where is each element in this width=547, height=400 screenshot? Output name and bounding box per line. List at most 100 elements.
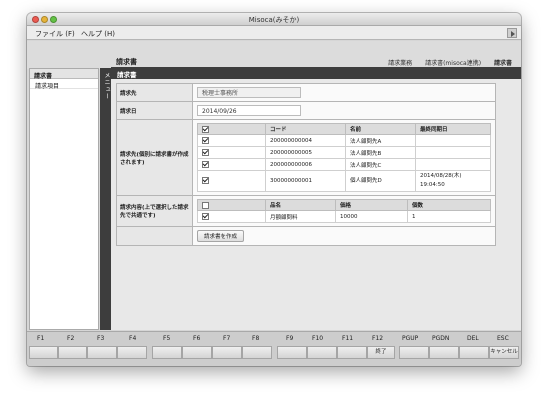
del-button[interactable]	[459, 346, 489, 359]
customer-name: 法人顧問先C	[345, 158, 416, 171]
breadcrumb-item[interactable]: 請求書(misoca連携)	[425, 60, 481, 67]
f1-button[interactable]	[29, 346, 58, 359]
synced-time: 19:04:50	[420, 182, 445, 188]
customer-synced	[415, 158, 491, 171]
date-row: 請求日 2014/09/26	[116, 102, 496, 120]
customer-name: 法人顧問先B	[345, 146, 416, 159]
breadcrumb-item[interactable]: 請求業務	[388, 60, 412, 67]
menu-file[interactable]: ファイル (F)	[35, 29, 75, 39]
fkey-label: F1	[37, 335, 45, 342]
title-bar: Misoca(みそか)	[27, 13, 521, 26]
synced-date: 2014/08/28(木)	[420, 173, 462, 179]
row-checkbox[interactable]	[202, 176, 209, 184]
f9-button[interactable]	[277, 346, 307, 359]
items-row: 請求内容(上で選択した請求先で共通です) 品名 価格 個数 月額顧問料 1000…	[116, 196, 496, 227]
column-header-qty[interactable]: 個数	[407, 199, 491, 211]
row-checkbox[interactable]	[202, 213, 209, 220]
column-header-item-name[interactable]: 品名	[265, 199, 336, 211]
items-table: 品名 価格 個数 月額顧問料 10000 1	[197, 199, 491, 223]
f11-button[interactable]	[337, 346, 367, 359]
item-price: 10000	[335, 210, 408, 223]
f10-button[interactable]	[307, 346, 337, 359]
customer-code: 300000000001	[265, 170, 346, 192]
sidebar-item-invoice-items[interactable]: 請求項目	[30, 79, 98, 90]
client-label: 請求先	[117, 84, 193, 101]
column-header-synced[interactable]: 最終同期日	[415, 123, 491, 135]
select-all-checkbox[interactable]	[202, 201, 209, 209]
customers-label: 請求先(個別に請求書が作成されます)	[117, 120, 193, 195]
row-checkbox[interactable]	[202, 161, 209, 168]
column-header-code[interactable]: コード	[265, 123, 346, 135]
menu-tab-label: メニュー	[103, 72, 110, 100]
row-checkbox[interactable]	[202, 149, 209, 156]
f3-button[interactable]	[87, 346, 117, 359]
customer-code: 200000000005	[265, 146, 346, 159]
fkey-label: DEL	[467, 335, 479, 342]
sidebar-heading[interactable]: 請求書	[30, 69, 98, 80]
customers-row: 請求先(個別に請求書が作成されます) コード 名前 最終同期日 20000000…	[116, 120, 496, 196]
window-title: Misoca(みそか)	[248, 16, 300, 24]
fkey-label: F6	[193, 335, 201, 342]
customer-name: 法人顧問先A	[345, 134, 416, 147]
f5-button[interactable]	[152, 346, 182, 359]
fkey-label: F3	[97, 335, 105, 342]
function-key-bar: F1 F2 F3 F4 F5 F6 F7 F8 F9 F10 F11 F12 P…	[27, 331, 521, 366]
exit-button-label: 終了	[375, 349, 387, 355]
select-all-checkbox[interactable]	[202, 125, 209, 133]
table-row[interactable]: 月額顧問料 10000 1	[197, 210, 491, 223]
actions-label-cell	[117, 227, 193, 245]
customer-synced	[415, 146, 491, 159]
cancel-button-label: キャンセル	[490, 349, 518, 355]
fkey-label: F8	[252, 335, 260, 342]
fkey-label: PGUP	[402, 335, 419, 342]
client-field: 税理士事務所	[197, 87, 301, 98]
customer-name: 個人顧問先D	[345, 170, 416, 192]
item-name: 月額顧問料	[265, 210, 336, 223]
fkey-label: F9	[286, 335, 294, 342]
items-label: 請求内容(上で選択した請求先で共通です)	[117, 196, 193, 226]
f6-button[interactable]	[182, 346, 212, 359]
table-row[interactable]: 300000000001 個人顧問先D 2014/08/28(木) 19:04:…	[197, 170, 491, 192]
fkey-label: F7	[223, 335, 231, 342]
customer-code: 200000000006	[265, 158, 346, 171]
fkey-label: F10	[312, 335, 324, 342]
fkey-label: ESC	[497, 335, 509, 342]
item-qty: 1	[407, 210, 491, 223]
row-checkbox[interactable]	[202, 137, 209, 144]
app-window: Misoca(みそか) ファイル (F) ヘルプ (H) 請求書 請求項目 メニ…	[27, 13, 521, 366]
customer-code: 200000000004	[265, 134, 346, 147]
pgup-button[interactable]	[399, 346, 429, 359]
pgdn-button[interactable]	[429, 346, 459, 359]
fkey-label: F2	[67, 335, 75, 342]
actions-row: 請求書を作成	[116, 227, 496, 246]
f7-button[interactable]	[212, 346, 242, 359]
column-header-price[interactable]: 価格	[335, 199, 408, 211]
fkey-label: PGDN	[432, 335, 450, 342]
invoice-date-input[interactable]: 2014/09/26	[197, 105, 301, 116]
create-invoice-button[interactable]: 請求書を作成	[197, 230, 245, 242]
f2-button[interactable]	[58, 346, 87, 359]
section-header: 請求書	[111, 67, 521, 79]
table-row[interactable]: 200000000005 法人顧問先B	[197, 146, 491, 159]
table-row[interactable]: 200000000006 法人顧問先C	[197, 158, 491, 171]
menu-help[interactable]: ヘルプ (H)	[81, 29, 115, 39]
f4-button[interactable]	[117, 346, 147, 359]
sidebar: 請求書 請求項目	[29, 68, 99, 330]
exit-button[interactable]: 終了	[367, 346, 395, 359]
breadcrumb-current: 請求書	[493, 60, 512, 67]
table-header-row: コード 名前 最終同期日	[197, 123, 491, 135]
fkey-label: F12	[372, 335, 384, 342]
expand-arrow-icon[interactable]	[507, 28, 517, 38]
fkey-label: F11	[342, 335, 354, 342]
column-header-name[interactable]: 名前	[345, 123, 416, 135]
menu-toggle-tab[interactable]: メニュー	[100, 68, 111, 330]
table-row[interactable]: 200000000004 法人顧問先A	[197, 134, 491, 147]
cancel-button[interactable]: キャンセル	[489, 346, 519, 359]
fkey-label: F4	[129, 335, 137, 342]
f8-button[interactable]	[242, 346, 272, 359]
client-row: 請求先 税理士事務所	[116, 83, 496, 102]
customer-synced: 2014/08/28(木) 19:04:50	[415, 170, 491, 192]
customer-synced	[415, 134, 491, 147]
page-title: 請求書	[116, 58, 137, 66]
breadcrumb: 請求業務 請求書(misoca連携) 請求書	[377, 58, 512, 67]
